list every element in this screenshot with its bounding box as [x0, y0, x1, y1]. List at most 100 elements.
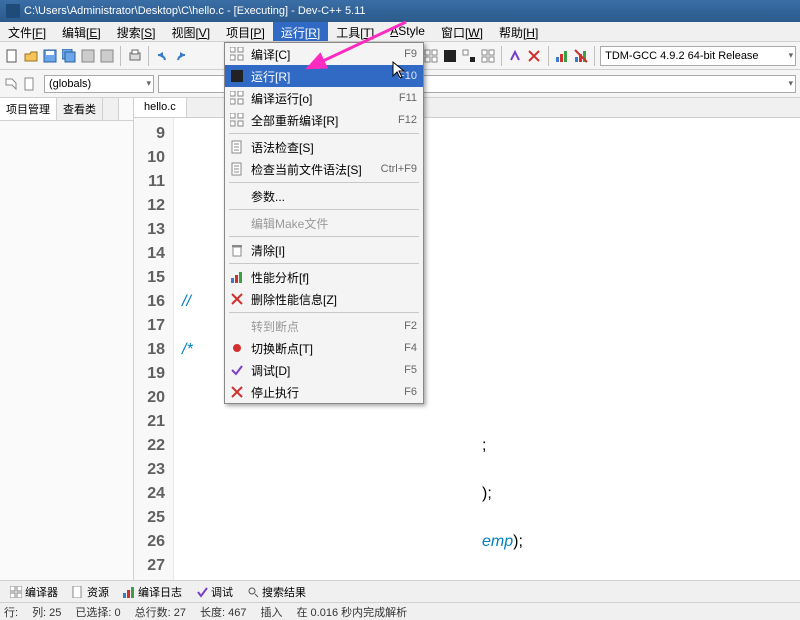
menu-item-shortcut: F11: [399, 92, 417, 104]
menu-item-z[interactable]: 删除性能信息[Z]: [225, 288, 423, 310]
trash-icon: [229, 242, 245, 258]
line-gutter: 9101112131415161718192021222324252627: [134, 118, 174, 580]
menu-item-label: 检查当前文件语法[S]: [251, 161, 375, 178]
undo-icon[interactable]: [154, 46, 171, 66]
menu-item-make: 编辑Make文件: [225, 212, 423, 234]
menu-item-s[interactable]: 语法检查[S]: [225, 136, 423, 158]
menu-item-o[interactable]: 编译运行[o] F11: [225, 87, 423, 109]
menu-item-label: 编译运行[o]: [251, 90, 393, 107]
menu-item-label: 转到断点: [251, 318, 398, 335]
profile-del-icon[interactable]: [572, 46, 589, 66]
debug-icon[interactable]: [507, 46, 524, 66]
grid-icon: [229, 90, 245, 106]
menu-item-i[interactable]: 清除[I]: [225, 239, 423, 261]
menu-item-label: 性能分析[f]: [251, 269, 411, 286]
blank-icon: [229, 215, 245, 231]
menu-item-[interactable]: 参数...: [225, 185, 423, 207]
btab-search[interactable]: 搜索结果: [241, 582, 312, 602]
save-all-icon[interactable]: [61, 46, 78, 66]
bookmark-icon[interactable]: [22, 77, 36, 91]
compile-icon[interactable]: [423, 46, 440, 66]
play-icon: [229, 68, 245, 84]
compile-run-icon[interactable]: [460, 46, 477, 66]
app-icon: [6, 4, 20, 18]
status-bar: 行: 列: 25 已选择: 0 总行数: 27 长度: 467 插入 在 0.0…: [0, 602, 800, 620]
compiler-combo[interactable]: TDM-GCC 4.9.2 64-bit Release: [600, 46, 796, 66]
status-time: 在 0.016 秒内完成解析: [296, 604, 407, 620]
menu-item-shortcut: F5: [404, 364, 417, 376]
search-icon: [247, 586, 259, 598]
status-sel: 已选择: 0: [75, 604, 120, 620]
save-all2-icon[interactable]: [98, 46, 115, 66]
dot-icon: [229, 340, 245, 356]
save-icon[interactable]: [42, 46, 59, 66]
menu-item-label: 参数...: [251, 188, 411, 205]
chart-icon: [229, 269, 245, 285]
menu-item-shortcut: F2: [404, 320, 417, 332]
scope-combo-text: (globals): [49, 78, 91, 90]
redo-icon[interactable]: [173, 46, 190, 66]
open-icon[interactable]: [23, 46, 40, 66]
menu-search[interactable]: 搜索[S]: [109, 22, 164, 41]
sidetab-project[interactable]: 项目管理: [0, 98, 57, 120]
menu-item-label: 停止执行: [251, 384, 398, 401]
status-line: 行:: [4, 604, 18, 620]
menu-help[interactable]: 帮助[H]: [491, 22, 546, 41]
grid-icon: [229, 112, 245, 128]
status-ins: 插入: [260, 604, 282, 620]
btab-debug[interactable]: 调试: [190, 582, 239, 602]
menu-item-label: 全部重新编译[R]: [251, 112, 392, 129]
menu-item-r[interactable]: 全部重新编译[R] F12: [225, 109, 423, 131]
stop-icon[interactable]: [526, 46, 543, 66]
btab-compiler[interactable]: 编译器: [4, 582, 64, 602]
menu-item-t[interactable]: 切换断点[T]F4: [225, 337, 423, 359]
compiler-combo-text: TDM-GCC 4.9.2 64-bit Release: [605, 50, 758, 62]
menu-item-label: 删除性能信息[Z]: [251, 291, 411, 308]
save-as-icon[interactable]: [80, 46, 97, 66]
blank-icon: [229, 318, 245, 334]
menu-item-[interactable]: 停止执行 F6: [225, 381, 423, 403]
new-file-icon[interactable]: [4, 46, 21, 66]
sidetab-more[interactable]: [103, 98, 119, 120]
profile-icon[interactable]: [554, 46, 571, 66]
menu-window[interactable]: 窗口[W]: [433, 22, 491, 41]
menu-file[interactable]: 文件[F]: [0, 22, 54, 41]
chart-icon: [123, 586, 135, 598]
menu-item-label: 切换断点[T]: [251, 340, 398, 357]
menu-item-f[interactable]: 性能分析[f]: [225, 266, 423, 288]
menu-item-shortcut: F6: [404, 386, 417, 398]
bottom-tab-bar: 编译器 资源 编译日志 调试 搜索结果: [0, 580, 800, 602]
status-total: 总行数: 27: [135, 604, 186, 620]
menu-item-d[interactable]: 调试[D] F5: [225, 359, 423, 381]
cursor-icon: [390, 60, 410, 80]
menu-item-label: 清除[I]: [251, 242, 411, 259]
scope-combo[interactable]: (globals): [44, 75, 154, 93]
check-icon: [229, 362, 245, 378]
blank-icon: [229, 188, 245, 204]
tag-icon[interactable]: [4, 77, 18, 91]
rebuild-icon[interactable]: [479, 46, 496, 66]
grid-icon: [229, 46, 245, 62]
menu-view[interactable]: 视图[V]: [163, 22, 218, 41]
paper-icon: [229, 139, 245, 155]
print-icon[interactable]: [126, 46, 143, 66]
menu-edit[interactable]: 编辑[E]: [54, 22, 109, 41]
menu-project[interactable]: 项目[P]: [218, 22, 273, 41]
sidetab-classes[interactable]: 查看类: [57, 98, 103, 120]
side-panel: 项目管理 查看类: [0, 98, 134, 580]
file-tab-hello[interactable]: hello.c: [134, 98, 187, 117]
btab-compilelog[interactable]: 编译日志: [117, 582, 188, 602]
status-len: 长度: 467: [200, 604, 246, 620]
menu-item-shortcut: Ctrl+F9: [381, 163, 417, 175]
btab-resource[interactable]: 资源: [66, 582, 115, 602]
paper-icon: [229, 161, 245, 177]
run-icon[interactable]: [441, 46, 458, 66]
menu-item-label: 调试[D]: [251, 362, 398, 379]
menu-item-shortcut: F12: [398, 114, 417, 126]
menu-item-s[interactable]: 检查当前文件语法[S] Ctrl+F9: [225, 158, 423, 180]
stop-icon: [229, 384, 245, 400]
grid-icon: [10, 586, 22, 598]
x-icon: [229, 291, 245, 307]
check-icon: [196, 586, 208, 598]
menu-item-: 转到断点 F2: [225, 315, 423, 337]
